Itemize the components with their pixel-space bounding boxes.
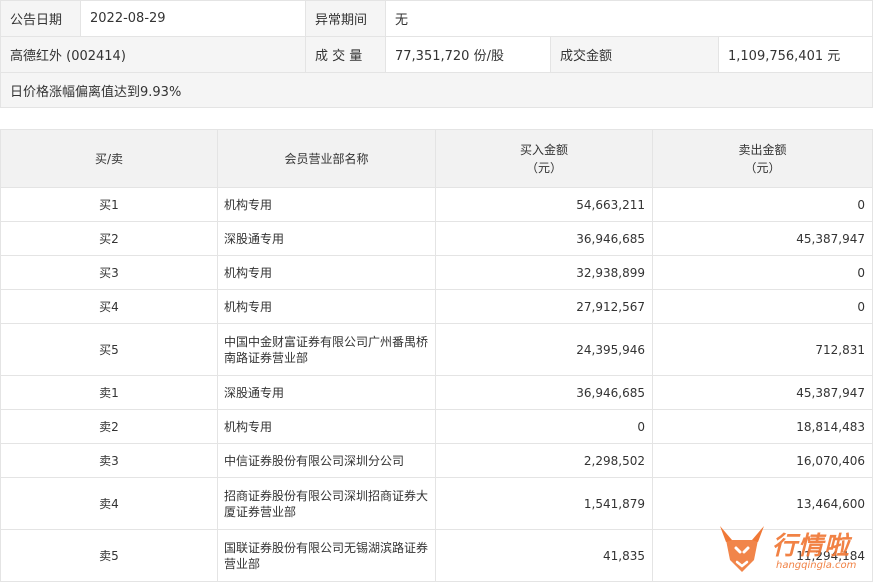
row-dept: 深股通专用 (217, 375, 436, 410)
stock-info-table: 公告日期 2022-08-29 异常期间 无 高德红外 (002414) 成 交… (0, 0, 873, 108)
abnormal-period-label: 异常期间 (305, 0, 386, 37)
announce-date-value: 2022-08-29 (80, 0, 306, 37)
row-sell-amount: 16,070,406 (652, 443, 873, 478)
amount-value: 1,109,756,401 元 (718, 36, 873, 73)
row-side: 卖4 (0, 477, 218, 530)
row-side: 买5 (0, 323, 218, 376)
row-dept-line1: 机构专用 (224, 299, 273, 314)
row-side: 卖2 (0, 409, 218, 444)
header-sell-line1: 卖出金额 (738, 142, 787, 157)
row-buy-amount: 1,541,879 (435, 477, 653, 530)
row-dept: 机构专用 (217, 409, 436, 444)
row-dept-line1: 深股通专用 (224, 231, 285, 246)
row-dept-line1: 机构专用 (224, 265, 273, 280)
row-dept: 中国中金财富证券有限公司广州番禺桥 南路证券营业部 (217, 323, 436, 376)
row-dept-line2: 营业部 (224, 556, 261, 571)
row-buy-amount: 32,938,899 (435, 255, 653, 290)
row-side: 买3 (0, 255, 218, 290)
row-side: 卖5 (0, 529, 218, 582)
row-dept-line1: 国联证券股份有限公司无锡湖滨路证券 (224, 540, 429, 555)
row-dept: 中信证券股份有限公司深圳分公司 (217, 443, 436, 478)
row-buy-amount: 2,298,502 (435, 443, 653, 478)
table-row: 买1 机构专用 54,663,211 0 (0, 187, 873, 222)
row-buy-amount: 0 (435, 409, 653, 444)
row-side: 卖3 (0, 443, 218, 478)
table-row: 买3 机构专用 32,938,899 0 (0, 255, 873, 290)
row-side: 买2 (0, 221, 218, 256)
row-sell-amount: 0 (652, 289, 873, 324)
table-header-row: 买/卖 会员营业部名称 买入金额 （元） 卖出金额 （元） (0, 129, 873, 188)
row-buy-amount: 36,946,685 (435, 375, 653, 410)
table-row: 买4 机构专用 27,912,567 0 (0, 289, 873, 324)
row-dept-line1: 机构专用 (224, 419, 273, 434)
header-sell-amount: 卖出金额 （元） (652, 129, 873, 188)
table-row: 买2 深股通专用 36,946,685 45,387,947 (0, 221, 873, 256)
row-sell-amount: 45,387,947 (652, 375, 873, 410)
header-dept: 会员营业部名称 (217, 129, 436, 188)
row-dept-line1: 机构专用 (224, 197, 273, 212)
trading-seats-table: 买/卖 会员营业部名称 买入金额 （元） 卖出金额 （元） 买1 机构专用 54… (0, 129, 873, 582)
row-sell-amount: 18,814,483 (652, 409, 873, 444)
amount-label: 成交金额 (550, 36, 719, 73)
row-side: 卖1 (0, 375, 218, 410)
stock-name: 高德红外 (002414) (0, 36, 306, 73)
row-dept: 国联证券股份有限公司无锡湖滨路证券 营业部 (217, 529, 436, 582)
header-side: 买/卖 (0, 129, 218, 188)
info-row-date: 公告日期 2022-08-29 异常期间 无 (0, 0, 873, 37)
row-dept: 招商证券股份有限公司深圳招商证券大 厦证券营业部 (217, 477, 436, 530)
watermark-brand: 行情啦 (772, 531, 851, 560)
info-row-trade: 高德红外 (002414) 成 交 量 77,351,720 份/股 成交金额 … (0, 36, 873, 73)
row-dept: 机构专用 (217, 255, 436, 290)
row-side: 买4 (0, 289, 218, 324)
row-sell-amount: 0 (652, 187, 873, 222)
abnormal-period-value: 无 (385, 0, 873, 37)
volume-value: 77,351,720 份/股 (385, 36, 551, 73)
row-buy-amount: 41,835 (435, 529, 653, 582)
bull-logo-icon (720, 526, 764, 572)
header-sell-line2: （元） (744, 160, 781, 175)
table-row: 卖1 深股通专用 36,946,685 45,387,947 (0, 375, 873, 410)
watermark-url: hangqingla.com (776, 560, 857, 571)
row-dept: 机构专用 (217, 187, 436, 222)
header-buy-line1: 买入金额 (519, 142, 568, 157)
row-dept: 机构专用 (217, 289, 436, 324)
row-dept-line1: 中信证券股份有限公司深圳分公司 (224, 453, 405, 468)
row-buy-amount: 54,663,211 (435, 187, 653, 222)
table-row: 卖2 机构专用 0 18,814,483 (0, 409, 873, 444)
row-dept-line1: 招商证券股份有限公司深圳招商证券大 (224, 488, 429, 503)
table-row: 买5 中国中金财富证券有限公司广州番禺桥 南路证券营业部 24,395,946 … (0, 323, 873, 376)
row-dept-line1: 中国中金财富证券有限公司广州番禺桥 (224, 334, 429, 349)
table-row: 卖3 中信证券股份有限公司深圳分公司 2,298,502 16,070,406 (0, 443, 873, 478)
header-buy-amount: 买入金额 （元） (435, 129, 653, 188)
row-side: 买1 (0, 187, 218, 222)
row-sell-amount: 712,831 (652, 323, 873, 376)
volume-label: 成 交 量 (305, 36, 386, 73)
announce-date-label: 公告日期 (0, 0, 81, 37)
row-dept-line1: 深股通专用 (224, 385, 285, 400)
row-dept-line2: 厦证券营业部 (224, 504, 297, 519)
abnormal-reason: 日价格涨幅偏离值达到9.93% (0, 72, 873, 108)
row-buy-amount: 27,912,567 (435, 289, 653, 324)
row-buy-amount: 24,395,946 (435, 323, 653, 376)
site-watermark: 行情啦 hangqingla.com (716, 520, 876, 578)
row-sell-amount: 0 (652, 255, 873, 290)
info-row-reason: 日价格涨幅偏离值达到9.93% (0, 72, 873, 108)
header-buy-line2: （元） (525, 160, 562, 175)
row-sell-amount: 45,387,947 (652, 221, 873, 256)
row-dept-line2: 南路证券营业部 (224, 350, 309, 365)
row-dept: 深股通专用 (217, 221, 436, 256)
row-buy-amount: 36,946,685 (435, 221, 653, 256)
